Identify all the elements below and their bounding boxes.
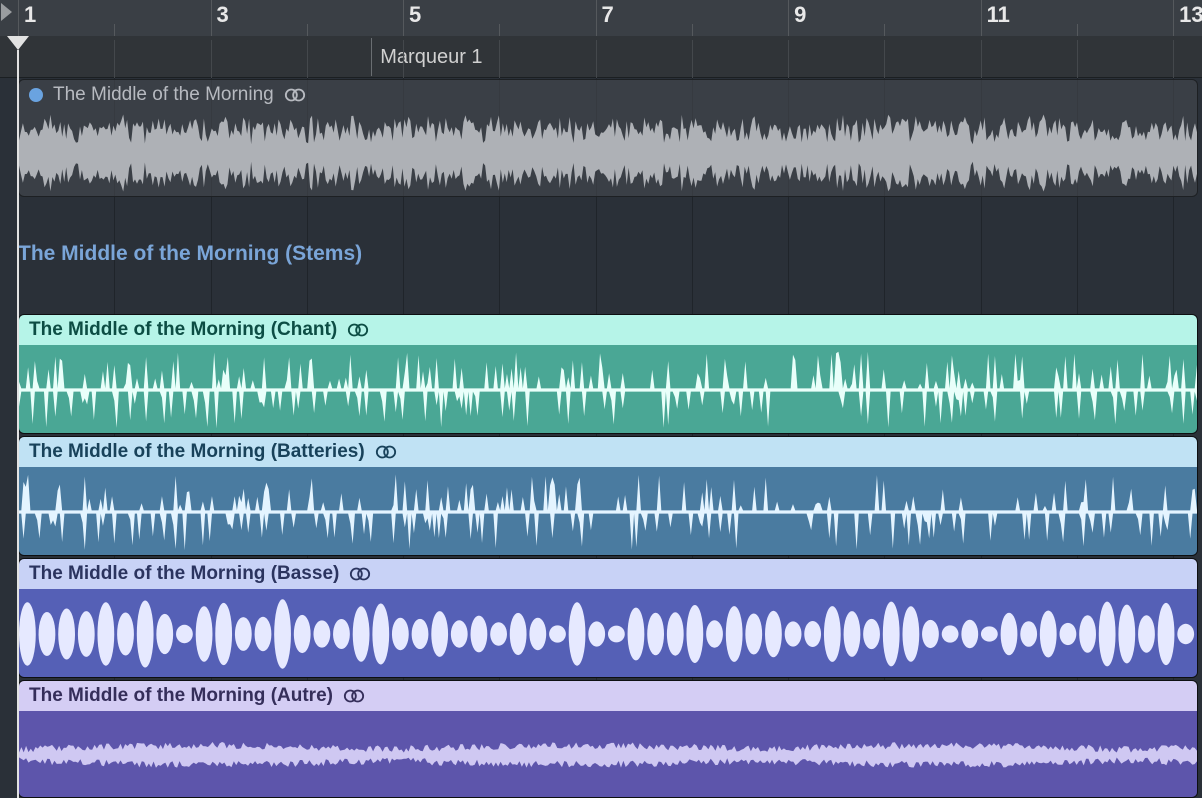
- stem-region-basse[interactable]: The Middle of the Morning (Basse): [18, 558, 1198, 678]
- playhead-icon[interactable]: [7, 36, 29, 50]
- playhead-line[interactable]: [17, 50, 19, 798]
- ruler-bar-number: 9: [794, 2, 806, 28]
- loop-icon: [375, 443, 397, 461]
- ruler-minor-tick: [499, 24, 500, 36]
- waveform: [19, 589, 1197, 678]
- waveform: [19, 110, 1197, 196]
- ruler-subtick: [692, 40, 693, 78]
- ruler-subtick: [1077, 40, 1078, 78]
- stem-region-chant[interactable]: The Middle of the Morning (Chant): [18, 314, 1198, 434]
- ruler-bar-number: 5: [409, 2, 421, 28]
- waveform: [19, 345, 1197, 434]
- ruler-subtick: [981, 40, 982, 78]
- region-color-dot-icon: [29, 88, 43, 102]
- ruler-subtick: [788, 40, 789, 78]
- ruler-minor-tick: [1077, 24, 1078, 36]
- loop-icon: [284, 86, 306, 104]
- ruler-bar-number: 7: [602, 2, 614, 28]
- stem-region-batteries[interactable]: The Middle of the Morning (Batteries): [18, 436, 1198, 556]
- ruler-minor-tick: [692, 24, 693, 36]
- loop-icon: [343, 687, 365, 705]
- ruler-subtick: [499, 40, 500, 78]
- zoom-triangle-icon[interactable]: [1, 3, 12, 21]
- region-title: The Middle of the Morning (Chant): [29, 319, 337, 341]
- ruler-minor-tick: [114, 24, 115, 36]
- ruler-bar-tick: 5: [403, 0, 404, 36]
- waveform: [19, 711, 1197, 798]
- ruler-subtick: [1173, 40, 1174, 78]
- master-audio-region[interactable]: The Middle of the Morning: [18, 79, 1198, 197]
- tracks-area[interactable]: The Middle of the Morning The Middle of …: [0, 78, 1202, 798]
- stem-region-autre[interactable]: The Middle of the Morning (Autre): [18, 680, 1198, 798]
- timeline-ruler[interactable]: Marqueur 1 135791113: [0, 0, 1202, 78]
- region-title: The Middle of the Morning (Autre): [29, 685, 333, 707]
- ruler-bar-tick: 13: [1173, 0, 1174, 36]
- loop-icon: [347, 321, 369, 339]
- waveform: [19, 467, 1197, 556]
- ruler-subtick: [114, 40, 115, 78]
- ruler-bar-tick: 3: [211, 0, 212, 36]
- ruler-subtick: [211, 40, 212, 78]
- ruler-bar-number: 13: [1179, 2, 1202, 28]
- loop-icon: [349, 565, 371, 583]
- ruler-bar-tick: 1: [18, 0, 19, 36]
- region-title: The Middle of the Morning (Basse): [29, 563, 339, 585]
- region-title: The Middle of the Morning (Batteries): [29, 441, 365, 463]
- stems-group-label: The Middle of the Morning (Stems): [18, 242, 362, 266]
- ruler-minor-tick: [884, 24, 885, 36]
- ruler-bar-tick: 9: [788, 0, 789, 36]
- ruler-minor-tick: [307, 24, 308, 36]
- ruler-bar-tick: 11: [981, 0, 982, 36]
- ruler-subtick: [403, 40, 404, 78]
- ruler-bar-tick: 7: [596, 0, 597, 36]
- ruler-bar-number: 3: [217, 2, 229, 28]
- ruler-bar-number: 11: [987, 2, 1010, 28]
- marker-label: Marqueur 1: [380, 46, 482, 69]
- ruler-subtick: [307, 40, 308, 78]
- ruler-subtick: [884, 40, 885, 78]
- region-title: The Middle of the Morning: [53, 84, 274, 106]
- ruler-bar-number: 1: [24, 2, 36, 28]
- ruler-subtick: [596, 40, 597, 78]
